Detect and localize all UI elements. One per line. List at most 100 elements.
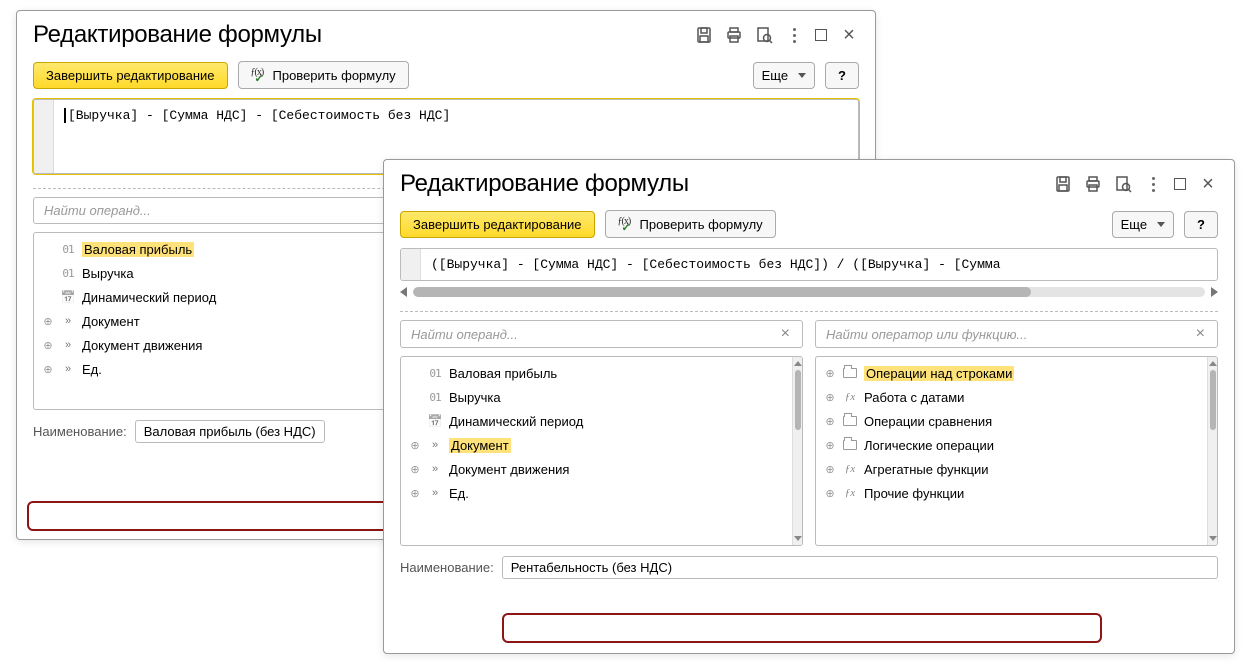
- chevron-down-icon: [1157, 222, 1165, 227]
- fx-check-icon: [618, 216, 634, 232]
- more-label: Еще: [1121, 217, 1147, 232]
- tree-item[interactable]: Работа с датами: [816, 385, 1207, 409]
- callout-ring: [27, 501, 392, 531]
- expand-icon[interactable]: [409, 463, 421, 476]
- expand-icon[interactable]: [824, 391, 836, 404]
- formula-text: [Выручка] - [Сумма НДС] - [Себестоимость…: [68, 108, 450, 123]
- tree-item[interactable]: Прочие функции: [816, 481, 1207, 505]
- expand-icon[interactable]: [824, 439, 836, 452]
- maximize-icon[interactable]: [815, 29, 827, 41]
- check-formula-button[interactable]: Проверить формулу: [605, 210, 776, 238]
- maximize-icon[interactable]: [1174, 178, 1186, 190]
- toolbar: Завершить редактирование Проверить форму…: [17, 57, 875, 99]
- finish-edit-button[interactable]: Завершить редактирование: [33, 62, 228, 89]
- scroll-up-icon[interactable]: [1209, 361, 1217, 366]
- tree-item-label: Динамический период: [82, 290, 216, 305]
- expand-icon[interactable]: [824, 487, 836, 500]
- formula-hscroll[interactable]: [400, 287, 1218, 297]
- print-icon[interactable]: [725, 26, 743, 44]
- chevron-right-icon: »: [60, 313, 76, 329]
- check-formula-label: Проверить формулу: [640, 217, 763, 232]
- print-icon[interactable]: [1084, 175, 1102, 193]
- expand-icon[interactable]: [409, 487, 421, 500]
- scroll-thumb[interactable]: [795, 370, 801, 430]
- calendar-icon: [427, 413, 443, 429]
- scroll-track[interactable]: [413, 287, 1205, 297]
- operand-search-input[interactable]: [409, 326, 777, 343]
- name-input[interactable]: Валовая прибыль (без НДС): [135, 420, 325, 443]
- tree-item-label: Прочие функции: [864, 486, 964, 501]
- tree-item[interactable]: 01Валовая прибыль: [401, 361, 792, 385]
- scroll-up-icon[interactable]: [794, 361, 802, 366]
- tree-item[interactable]: 01Выручка: [401, 385, 792, 409]
- function-panel: Операции над строками Работа с датами Опер…: [815, 356, 1218, 546]
- tree-item-label: Документ: [82, 314, 140, 329]
- tree-item[interactable]: Динамический период: [401, 409, 792, 433]
- formula-gutter: [401, 249, 421, 280]
- tree-item[interactable]: »Документ: [401, 433, 792, 457]
- tree-item-label: Логические операции: [864, 438, 994, 453]
- clear-icon[interactable]: ×: [1192, 325, 1209, 343]
- tree-item-label: Ед.: [449, 486, 469, 501]
- scroll-thumb[interactable]: [1210, 370, 1216, 430]
- check-formula-label: Проверить формулу: [273, 68, 396, 83]
- expand-icon[interactable]: [824, 463, 836, 476]
- expand-icon[interactable]: [42, 315, 54, 328]
- help-button[interactable]: ?: [1184, 211, 1218, 238]
- help-button[interactable]: ?: [825, 62, 859, 89]
- kebab-menu-icon[interactable]: [785, 26, 803, 44]
- finish-edit-button[interactable]: Завершить редактирование: [400, 211, 595, 238]
- scroll-thumb[interactable]: [413, 287, 1031, 297]
- folder-icon: [842, 413, 858, 429]
- tree-item[interactable]: »Ед.: [401, 481, 792, 505]
- clear-icon[interactable]: ×: [777, 325, 794, 343]
- formula-editor-window-2: Редактирование формулы × Завершить редак…: [383, 159, 1235, 654]
- function-vscroll[interactable]: [1207, 357, 1217, 545]
- close-icon[interactable]: ×: [839, 25, 859, 45]
- expand-icon[interactable]: [824, 367, 836, 380]
- titlebar: Редактирование формулы ×: [384, 160, 1234, 206]
- tree-item[interactable]: Логические операции: [816, 433, 1207, 457]
- titlebar-actions: ×: [695, 25, 859, 45]
- fx-icon: [842, 389, 858, 405]
- number-icon: 01: [60, 265, 76, 281]
- name-label: Наименование:: [400, 560, 494, 575]
- expand-icon[interactable]: [42, 363, 54, 376]
- operand-panel: 01Валовая прибыль01ВыручкаДинамический п…: [400, 356, 803, 546]
- preview-icon[interactable]: [755, 26, 773, 44]
- more-button[interactable]: Еще: [753, 62, 815, 89]
- fx-icon: [842, 485, 858, 501]
- expand-icon[interactable]: [409, 439, 421, 452]
- scroll-left-icon[interactable]: [400, 287, 407, 297]
- function-search-input[interactable]: [824, 326, 1192, 343]
- kebab-menu-icon[interactable]: [1144, 175, 1162, 193]
- tree-item-label: Валовая прибыль: [449, 366, 557, 381]
- formula-input[interactable]: ([Выручка] - [Сумма НДС] - [Себестоимост…: [400, 248, 1218, 281]
- tree-item-label: Выручка: [82, 266, 134, 281]
- tree-item[interactable]: Агрегатные функции: [816, 457, 1207, 481]
- tree-item-label: Работа с датами: [864, 390, 964, 405]
- expand-icon[interactable]: [42, 339, 54, 352]
- tree-item-label: Операции сравнения: [864, 414, 992, 429]
- tree-item[interactable]: Операции сравнения: [816, 409, 1207, 433]
- scroll-right-icon[interactable]: [1211, 287, 1218, 297]
- fx-check-icon: [251, 67, 267, 83]
- close-icon[interactable]: ×: [1198, 174, 1218, 194]
- more-button[interactable]: Еще: [1112, 211, 1174, 238]
- tree-item[interactable]: »Документ движения: [401, 457, 792, 481]
- folder-icon: [842, 365, 858, 381]
- tree-item-label: Документ движения: [449, 462, 569, 477]
- save-icon[interactable]: [1054, 175, 1072, 193]
- preview-icon[interactable]: [1114, 175, 1132, 193]
- name-input[interactable]: Рентабельность (без НДС): [502, 556, 1218, 579]
- save-icon[interactable]: [695, 26, 713, 44]
- callout-ring: [502, 613, 1102, 643]
- operand-vscroll[interactable]: [792, 357, 802, 545]
- scroll-down-icon[interactable]: [1209, 536, 1217, 541]
- tree-item[interactable]: Операции над строками: [816, 361, 1207, 385]
- operand-search[interactable]: ×: [400, 320, 803, 348]
- check-formula-button[interactable]: Проверить формулу: [238, 61, 409, 89]
- expand-icon[interactable]: [824, 415, 836, 428]
- function-search[interactable]: ×: [815, 320, 1218, 348]
- scroll-down-icon[interactable]: [794, 536, 802, 541]
